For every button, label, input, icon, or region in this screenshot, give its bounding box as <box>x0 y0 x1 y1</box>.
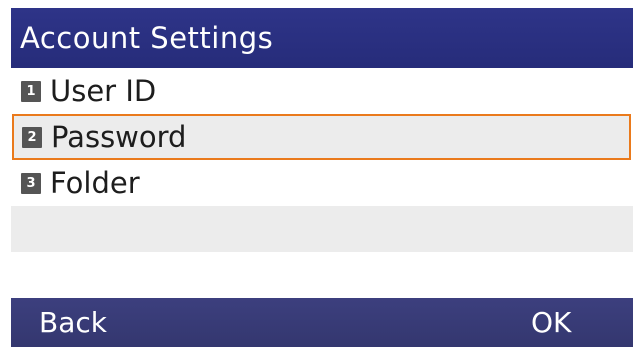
number-1-icon: 1 <box>21 80 41 102</box>
settings-menu: 1 User ID 2 Password 3 Folder <box>11 68 633 298</box>
menu-item-label: Password <box>51 120 187 154</box>
menu-item-label: Folder <box>50 166 140 200</box>
number-3-icon: 3 <box>21 172 41 194</box>
phone-screen: Account Settings 1 User ID 2 Password 3 … <box>11 8 633 347</box>
title-bar: Account Settings <box>11 8 633 68</box>
number-2-icon: 2 <box>22 126 42 148</box>
empty-menu-row <box>11 252 633 298</box>
page-title: Account Settings <box>20 21 274 55</box>
back-softkey[interactable]: Back <box>39 298 107 347</box>
softkey-bar: Back OK <box>11 298 633 347</box>
menu-item-label: User ID <box>50 74 157 108</box>
ok-softkey[interactable]: OK <box>531 298 571 347</box>
menu-item-folder[interactable]: 3 Folder <box>11 160 633 206</box>
menu-item-user-id[interactable]: 1 User ID <box>11 68 633 114</box>
empty-menu-row <box>11 206 633 252</box>
menu-item-password[interactable]: 2 Password <box>12 114 631 160</box>
